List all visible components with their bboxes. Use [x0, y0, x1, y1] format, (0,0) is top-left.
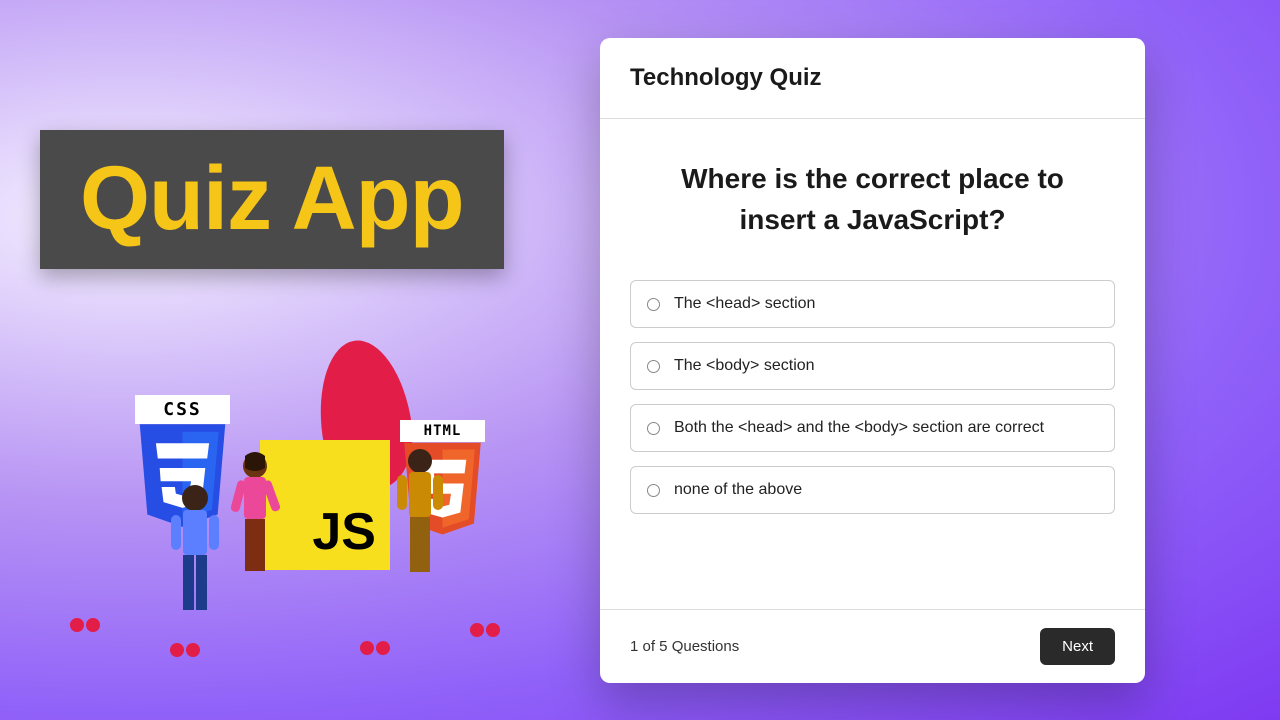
quiz-option[interactable]: Both the <head> and the <body> section a… — [630, 404, 1115, 452]
radio-icon — [647, 360, 660, 373]
quiz-question: Where is the correct place to insert a J… — [630, 159, 1115, 240]
css-label: CSS — [135, 395, 230, 424]
ground-decoration — [70, 615, 100, 635]
option-text: Both the <head> and the <body> section a… — [674, 419, 1044, 437]
option-text: none of the above — [674, 481, 802, 499]
quiz-options: The <head> section The <body> section Bo… — [630, 280, 1115, 514]
ground-decoration — [360, 638, 390, 658]
option-text: The <head> section — [674, 295, 815, 313]
option-text: The <body> section — [674, 357, 815, 375]
ground-decoration — [170, 640, 200, 660]
quiz-option[interactable]: none of the above — [630, 466, 1115, 514]
app-title: Quiz App — [80, 149, 464, 249]
quiz-title: Technology Quiz — [630, 64, 1115, 92]
html-label: HTML — [400, 420, 485, 442]
next-button[interactable]: Next — [1040, 628, 1115, 665]
hero-illustration: CSS JS HTML — [90, 370, 520, 710]
person-figure-1 — [165, 480, 225, 630]
quiz-option[interactable]: The <body> section — [630, 342, 1115, 390]
person-figure-3 — [390, 445, 450, 595]
quiz-header: Technology Quiz — [600, 38, 1145, 119]
quiz-card: Technology Quiz Where is the correct pla… — [600, 38, 1145, 683]
quiz-footer: 1 of 5 Questions Next — [600, 609, 1145, 683]
quiz-option[interactable]: The <head> section — [630, 280, 1115, 328]
quiz-body: Where is the correct place to insert a J… — [600, 119, 1145, 609]
js-label: JS — [312, 502, 376, 562]
radio-icon — [647, 422, 660, 435]
radio-icon — [647, 484, 660, 497]
person-figure-2 — [225, 450, 285, 600]
hero-section: Quiz App — [40, 130, 560, 269]
ground-decoration — [470, 620, 500, 640]
radio-icon — [647, 298, 660, 311]
quiz-progress: 1 of 5 Questions — [630, 638, 739, 655]
title-banner: Quiz App — [40, 130, 504, 269]
